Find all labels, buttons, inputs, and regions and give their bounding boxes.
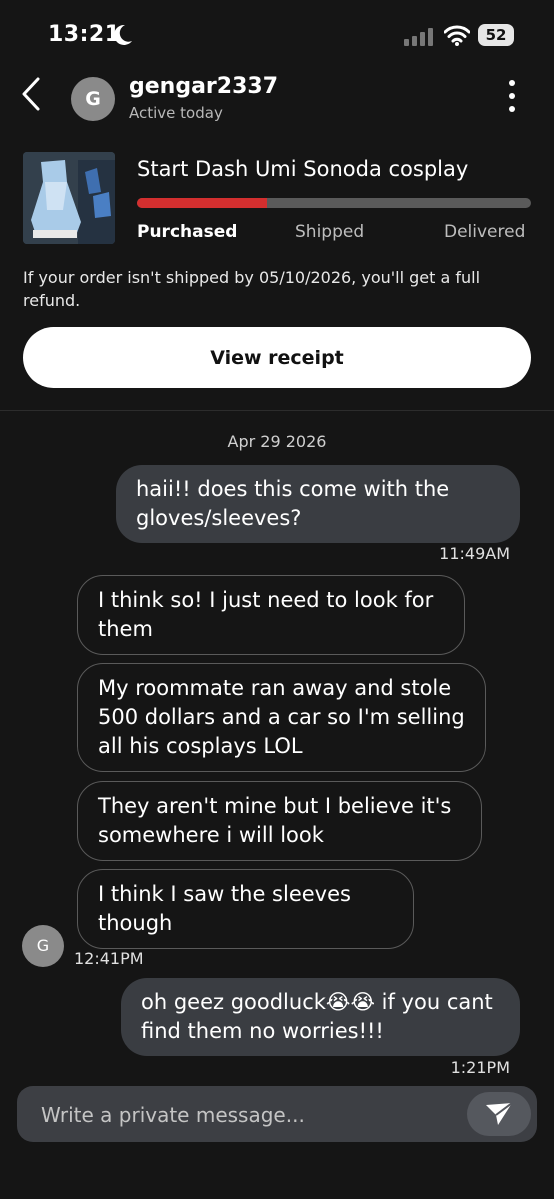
username[interactable]: gengar2337 [129, 74, 278, 99]
order-progress-fill [137, 198, 268, 208]
step-delivered: Delivered [444, 222, 526, 242]
chevron-left-icon[interactable] [18, 76, 44, 112]
product-thumbnail[interactable] [23, 152, 115, 244]
sender-avatar[interactable]: G [22, 925, 64, 967]
user-status: Active today [129, 104, 223, 122]
message-timestamp: 11:49AM [439, 544, 510, 563]
avatar[interactable]: G [71, 77, 115, 121]
product-title[interactable]: Start Dash Umi Sonoda cosplay [137, 157, 535, 181]
message-input[interactable] [39, 1100, 463, 1130]
message-bubble-outgoing: haii!! does this come with the gloves/sl… [116, 465, 520, 543]
send-icon [486, 1102, 513, 1125]
battery-indicator: 52 [478, 24, 514, 46]
divider [0, 410, 554, 411]
wifi-icon [444, 25, 470, 46]
message-bubble-incoming: My roommate ran away and stole 500 dolla… [77, 663, 486, 772]
view-receipt-button[interactable]: View receipt [23, 327, 531, 388]
message-timestamp: 1:21PM [450, 1058, 510, 1077]
moon-icon [114, 24, 132, 45]
order-progress-bar [137, 198, 531, 208]
message-composer [17, 1086, 537, 1142]
message-bubble-incoming: I think I saw the sleeves though [77, 869, 414, 949]
signal-icon [404, 28, 433, 46]
send-button[interactable] [467, 1092, 531, 1136]
message-bubble-incoming: I think so! I just need to look for them [77, 575, 465, 655]
message-bubble-incoming: They aren't mine but I believe it's some… [77, 781, 482, 861]
message-timestamp: 12:41PM [74, 949, 144, 968]
status-time: 13:21 [48, 22, 121, 47]
step-purchased: Purchased [137, 222, 238, 242]
message-bubble-outgoing: oh geez goodluck😭😭 if you cant find them… [121, 978, 520, 1056]
step-shipped: Shipped [295, 222, 365, 242]
refund-notice: If your order isn't shipped by 05/10/202… [23, 268, 481, 310]
kebab-icon[interactable] [506, 80, 518, 116]
chat-date: Apr 29 2026 [227, 432, 327, 451]
